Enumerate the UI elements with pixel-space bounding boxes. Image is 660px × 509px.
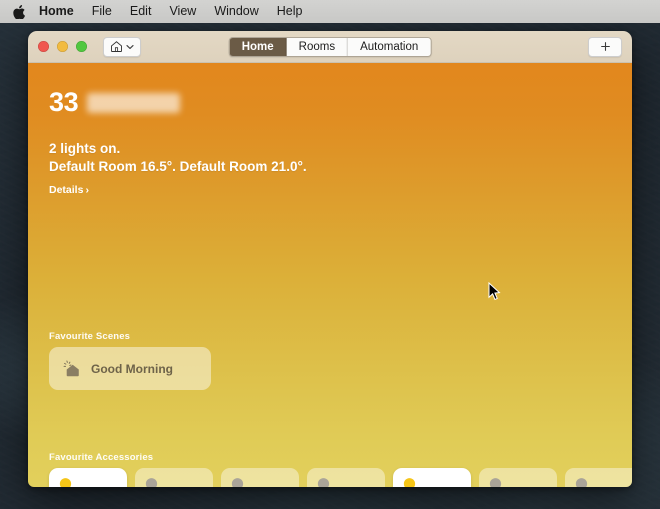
details-label: Details — [49, 184, 84, 196]
view-tabs: Home Rooms Automation — [228, 36, 432, 57]
menu-item-edit[interactable]: Edit — [121, 0, 161, 23]
home-title-row: 33 — [49, 89, 622, 116]
accessory-card[interactable]: Living Room100% — [49, 468, 127, 487]
lightbulb-icon — [58, 477, 119, 487]
accessory-card[interactable]: Bathroom2Off — [565, 468, 632, 487]
favourite-accessories-label: Favourite Accessories — [49, 452, 154, 463]
scene-card-good-morning[interactable]: Good Morning — [49, 347, 211, 390]
home-temperature-value: 33 — [49, 87, 79, 117]
menu-item-view[interactable]: View — [160, 0, 205, 23]
home-name-redacted — [87, 92, 181, 113]
favourite-scenes-label: Favourite Scenes — [49, 331, 131, 342]
menu-item-help[interactable]: Help — [268, 0, 312, 23]
accessory-card[interactable]: WG OfficeWG Office100% — [393, 468, 471, 487]
chevron-right-icon: › — [85, 184, 89, 196]
traffic-lights — [38, 41, 87, 52]
minimize-window-button[interactable] — [57, 41, 68, 52]
tab-automation[interactable]: Automation — [348, 37, 431, 56]
home-header: 33 2 lights on. Default Room 16.5°. Defa… — [38, 63, 622, 198]
home-icon — [110, 40, 123, 53]
lightbulb-icon — [144, 477, 205, 487]
home-status-text: 2 lights on. Default Room 16.5°. Default… — [49, 140, 622, 175]
accessory-card[interactable]: HallwayHallwayNo Response — [221, 468, 299, 487]
details-link[interactable]: Details › — [49, 184, 89, 196]
menu-item-home[interactable]: Home — [30, 0, 83, 23]
accessory-card[interactable]: Master bedr…Master bedr…Off — [135, 468, 213, 487]
status-line-lights: 2 lights on. — [49, 141, 121, 156]
add-accessory-button[interactable] — [588, 36, 622, 57]
window-titlebar[interactable]: Home Rooms Automation — [28, 31, 632, 63]
accessory-card[interactable]: Bathroom1Off — [479, 468, 557, 487]
apple-logo-icon[interactable] — [12, 4, 26, 20]
home-picker-button[interactable] — [103, 36, 141, 57]
menu-item-window[interactable]: Window — [205, 0, 267, 23]
accessory-card-row: Living Room100% Master bedr…Master bedr…O… — [49, 468, 632, 487]
scene-card-row: Good Morning — [49, 347, 622, 390]
favourite-accessories-section: Favourite Accessories Living Room100% Mas… — [38, 452, 632, 487]
plus-icon — [600, 41, 611, 52]
home-content-area: 33 2 lights on. Default Room 16.5°. Defa… — [28, 63, 632, 487]
lightbulb-icon — [316, 477, 377, 487]
lightbulb-icon — [230, 477, 291, 487]
menu-bar: Home File Edit View Window Help — [0, 0, 660, 23]
tab-rooms[interactable]: Rooms — [286, 37, 349, 56]
home-app-window: Home Rooms Automation 33 2 lights on. De… — [28, 31, 632, 487]
tab-home[interactable]: Home — [229, 37, 287, 56]
close-window-button[interactable] — [38, 41, 49, 52]
lightbulb-icon — [488, 477, 549, 487]
chevron-down-icon — [126, 44, 134, 50]
maximize-window-button[interactable] — [76, 41, 87, 52]
status-line-temperatures: Default Room 16.5°. Default Room 21.0°. — [49, 158, 307, 174]
scene-name: Good Morning — [91, 361, 173, 376]
lightbulb-icon — [402, 477, 463, 487]
accessory-card[interactable]: Situation Ro…Guest bedr…No Response — [307, 468, 385, 487]
menu-item-file[interactable]: File — [83, 0, 121, 23]
favourite-scenes-section: Favourite Scenes Good Morning — [38, 331, 622, 390]
lightbulb-icon — [574, 477, 632, 487]
sunrise-house-icon — [62, 359, 82, 379]
